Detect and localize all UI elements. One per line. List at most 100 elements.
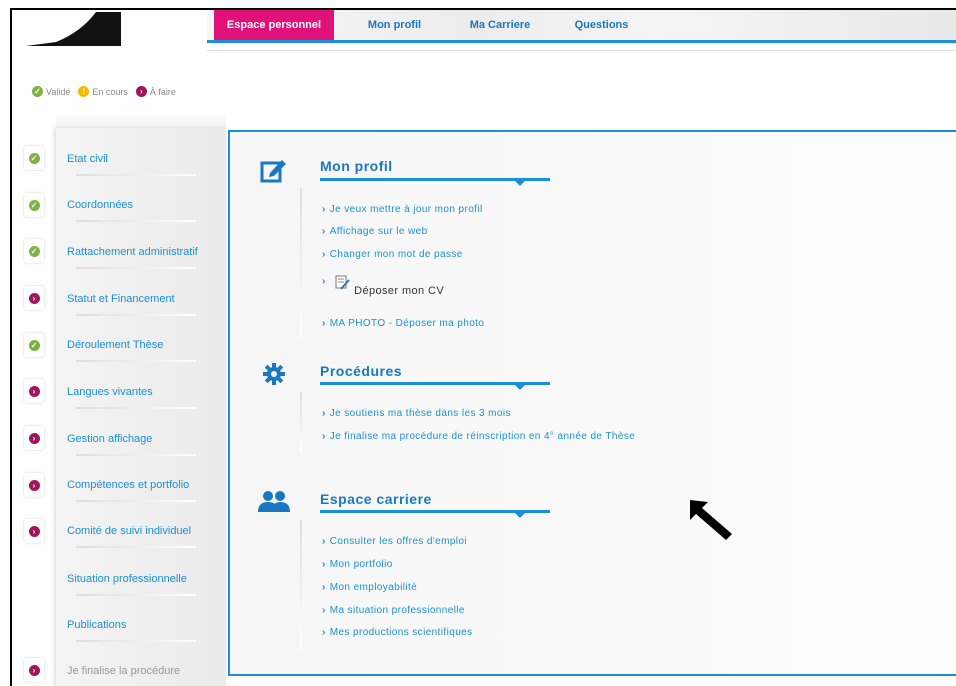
tab-questions[interactable]: Questions <box>564 10 639 40</box>
link-label: Je soutiens ma thèse dans les 3 mois <box>329 408 511 419</box>
link-productions[interactable]: › Mes productions scientifiques <box>322 627 473 638</box>
status-badge: › <box>24 473 44 497</box>
check-icon: ✓ <box>32 86 43 97</box>
chevron-right-icon: › <box>28 479 40 491</box>
link-label: Mes productions scientifiques <box>329 627 473 638</box>
link-label: Ma situation professionnelle <box>329 605 465 616</box>
chevron-right-icon: › <box>322 582 326 593</box>
legend-en-cours: En cours <box>92 86 128 97</box>
link-offres-emploi[interactable]: › Consulter les offres d'emploi <box>322 536 467 547</box>
tab-ma-carriere[interactable]: Ma Carriere <box>455 10 545 40</box>
chevron-right-icon: › <box>135 86 147 97</box>
status-badge: › <box>24 286 44 310</box>
sidebar-item-situation-pro[interactable]: Situation professionnelle <box>56 558 226 604</box>
sidebar-item-rattachement[interactable]: Rattachement administratif <box>56 231 226 277</box>
notch <box>515 385 525 390</box>
chevron-right-icon: › <box>322 627 326 638</box>
nav-underline <box>207 40 956 43</box>
notch <box>515 181 525 186</box>
sidebar-item-label: Etat civil <box>67 153 108 165</box>
tab-mon-profil[interactable]: Mon profil <box>357 10 432 40</box>
chevron-right-icon: › <box>322 536 326 547</box>
status-badge: ✓ <box>24 193 44 217</box>
section-rule <box>300 520 302 650</box>
link-situation-pro[interactable]: › Ma situation professionnelle <box>322 605 465 616</box>
sidebar-item-langues[interactable]: Langues vivantes <box>56 371 226 417</box>
gear-icon <box>263 363 285 385</box>
document-icon <box>335 275 350 290</box>
sidebar-item-label: Situation professionnelle <box>67 573 187 585</box>
sidebar-item-finalise[interactable]: Je finalise la procédure <box>56 650 226 686</box>
status-badge: › <box>24 519 44 543</box>
sidebar-item-label: Compétences et portfolio <box>67 479 190 491</box>
sidebar-item-publications[interactable]: Publications <box>56 604 226 650</box>
notch <box>515 513 525 518</box>
link-deposer-cv[interactable]: › Déposer mon CV <box>322 275 444 297</box>
link-label: MA PHOTO - Déposer ma photo <box>329 318 485 329</box>
sidebar-item-coordonnees[interactable]: Coordonnées <box>56 184 226 230</box>
chevron-right-icon: › <box>322 431 326 442</box>
sidebar-item-statut-financement[interactable]: Statut et Financement <box>56 278 226 324</box>
link-mot-de-passe[interactable]: › Changer mon mot de passe <box>322 249 463 260</box>
app-frame: Espace personnel Mon profil Ma Carriere … <box>10 8 956 686</box>
section-title-profil: Mon profil <box>320 158 393 174</box>
sidebar-item-gestion-affichage[interactable]: Gestion affichage <box>56 418 226 464</box>
link-label: Déposer mon CV <box>354 285 445 297</box>
link-employabilite[interactable]: › Mon employabilité <box>322 582 417 593</box>
sidebar-item-deroulement-these[interactable]: Déroulement Thèse <box>56 324 226 370</box>
link-label: Changer mon mot de passe <box>329 249 463 260</box>
section-title-carriere: Espace carriere <box>320 491 432 507</box>
chevron-right-icon: › <box>322 226 326 237</box>
chevron-right-icon: › <box>322 276 326 287</box>
exclamation-icon: ! <box>78 86 90 97</box>
link-label: Je finalise ma procédure de réinscriptio… <box>329 431 636 442</box>
link-label: Je veux mettre à jour mon profil <box>329 204 483 215</box>
chevron-right-icon: › <box>322 605 326 616</box>
sidebar-item-label: Comité de suivi individuel <box>67 525 192 537</box>
chevron-right-icon: › <box>28 292 40 304</box>
check-icon: ✓ <box>28 152 40 164</box>
check-icon: ✓ <box>28 245 40 257</box>
status-badge: › <box>24 658 44 682</box>
chevron-right-icon: › <box>322 559 326 570</box>
sidebar-item-label: Statut et Financement <box>67 293 175 305</box>
status-badge: ✓ <box>24 333 44 357</box>
sidebar-item-label: Langues vivantes <box>67 386 153 398</box>
users-icon <box>258 491 290 512</box>
link-photo[interactable]: › MA PHOTO - Déposer ma photo <box>322 318 484 329</box>
sidebar-item-label: Publications <box>67 619 127 631</box>
link-reinscription[interactable]: › Je finalise ma procédure de réinscripti… <box>322 431 635 442</box>
link-label: Mon employabilité <box>329 582 418 593</box>
link-label: Mon portfolio <box>329 559 393 570</box>
sidebar-item-label: Gestion affichage <box>67 433 153 445</box>
tab-espace-personnel[interactable]: Espace personnel <box>214 10 334 40</box>
chevron-right-icon: › <box>28 525 40 537</box>
link-portfolio[interactable]: › Mon portfolio <box>322 559 393 570</box>
chevron-right-icon: › <box>28 664 40 676</box>
link-label: Consulter les offres d'emploi <box>329 536 468 547</box>
chevron-right-icon: › <box>28 432 40 444</box>
edit-icon <box>260 160 286 183</box>
section-rule <box>300 392 302 452</box>
arrow-cursor-icon <box>690 500 732 540</box>
legend-a-faire: À faire <box>149 86 176 97</box>
sidebar-item-label: Rattachement administratif <box>67 246 198 258</box>
chevron-right-icon: › <box>322 408 326 419</box>
sidebar-item-competences[interactable]: Compétences et portfolio <box>56 464 226 510</box>
link-soutenance[interactable]: › Je soutiens ma thèse dans les 3 mois <box>322 408 511 419</box>
sidebar-item-label: Déroulement Thèse <box>67 339 164 351</box>
divider <box>207 50 956 51</box>
section-title-procedures: Procédures <box>320 363 403 379</box>
legend-valide: Validé <box>46 86 71 97</box>
sidebar-item-etat-civil[interactable]: Etat civil <box>56 138 226 184</box>
chevron-right-icon: › <box>322 249 326 260</box>
chevron-right-icon: › <box>28 385 40 397</box>
sidebar: Etat civil Coordonnées Rattachement admi… <box>56 128 226 686</box>
status-badge: › <box>24 379 44 403</box>
link-affichage-web[interactable]: › Affichage sur le web <box>322 226 428 237</box>
sidebar-item-comite-suivi[interactable]: Comité de suivi individuel <box>56 510 226 556</box>
sidebar-item-label: Je finalise la procédure <box>67 665 181 677</box>
link-maj-profil[interactable]: › Je veux mettre à jour mon profil <box>322 204 483 215</box>
chevron-right-icon: › <box>322 204 326 215</box>
section-rule <box>300 188 302 338</box>
